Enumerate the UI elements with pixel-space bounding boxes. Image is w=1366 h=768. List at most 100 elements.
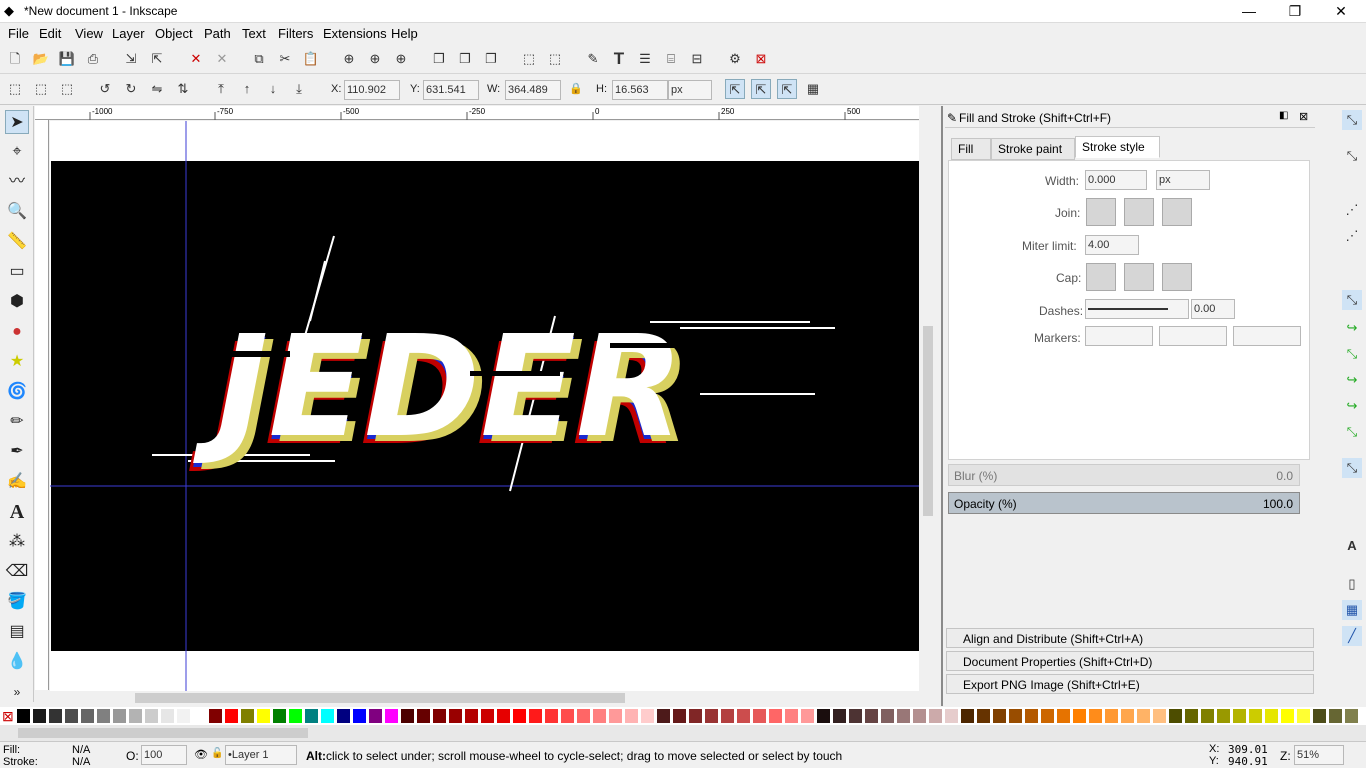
color-swatch[interactable] [1041,709,1054,723]
color-swatch[interactable] [833,709,846,723]
color-swatch[interactable] [897,709,910,723]
lower-to-bottom-icon[interactable]: ⤓ [289,79,309,99]
flip-vertical-icon[interactable]: ⇅ [173,79,193,99]
document-properties-icon[interactable]: ⚙ [725,49,745,69]
color-swatch[interactable] [801,709,814,723]
color-swatch[interactable] [513,709,526,723]
color-swatch[interactable] [369,709,382,723]
paste-icon[interactable]: 📋 [301,49,321,69]
color-swatch[interactable] [1233,709,1246,723]
zoom-field[interactable]: 51% [1294,745,1344,765]
w-field[interactable]: 364.489 [505,80,561,100]
color-swatch[interactable] [273,709,286,723]
color-swatch[interactable] [1169,709,1182,723]
artwork[interactable]: JEDER JEDER JEDER JEDER [50,121,919,691]
opacity-status-field[interactable]: 100 [141,745,187,765]
snap-bbox-edge-icon[interactable]: ⋰ [1342,200,1362,220]
color-swatch[interactable] [641,709,654,723]
bucket-tool-icon[interactable]: 🪣 [5,590,29,614]
color-swatch[interactable] [1217,709,1230,723]
snap-bbox-icon[interactable]: ⤡ [1342,146,1362,166]
color-swatch[interactable] [1265,709,1278,723]
menu-view[interactable]: View [75,26,103,41]
color-swatch[interactable] [945,709,958,723]
unlink-clone-icon[interactable]: ❐ [481,49,501,69]
lock-ratio-icon[interactable]: 🔒 [566,79,586,99]
minimize-button[interactable]: — [1226,0,1272,23]
dropper-tool-icon[interactable]: 💧 [5,650,29,674]
calligraphy-tool-icon[interactable]: ✍ [5,470,29,494]
scale-corners-icon[interactable]: ⇱ [751,79,771,99]
tweak-tool-icon[interactable]: 〰 [5,170,29,194]
align-distribute-panel[interactable]: Align and Distribute (Shift+Ctrl+A) [946,628,1314,648]
color-swatch[interactable] [1009,709,1022,723]
color-swatch[interactable] [145,709,158,723]
color-swatch[interactable] [1329,709,1342,723]
color-swatch[interactable] [65,709,78,723]
color-swatch[interactable] [17,709,30,723]
menu-text[interactable]: Text [242,26,266,41]
color-swatch[interactable] [673,709,686,723]
snap-midpoint-icon[interactable]: ⤡ [1342,422,1362,442]
star-tool-icon[interactable]: ★ [5,350,29,374]
open-icon[interactable]: 📂 [31,49,51,69]
menu-help[interactable]: Help [391,26,418,41]
color-swatch[interactable] [321,709,334,723]
color-swatch[interactable] [497,709,510,723]
rectangle-tool-icon[interactable]: ▭ [5,260,29,284]
pen-tool-icon[interactable]: ✒ [5,440,29,464]
menu-extensions[interactable]: Extensions [323,26,387,41]
dash-offset-field[interactable]: 0.00 [1191,299,1235,319]
horizontal-ruler[interactable]: -1000 -750 -500 -250 0 250 500 [35,106,920,120]
color-swatch[interactable] [401,709,414,723]
text-font-icon[interactable]: T [609,49,629,69]
layer-visibility-icon[interactable]: 👁 [194,748,208,761]
color-swatch[interactable] [865,709,878,723]
color-swatch[interactable] [257,709,270,723]
snap-others-icon[interactable]: ⤡ [1342,458,1362,478]
dialog-iconify-icon[interactable]: ◧ [1279,110,1288,121]
menu-file[interactable]: File [8,26,29,41]
lower-icon[interactable]: ↓ [263,79,283,99]
join-bevel-button[interactable] [1162,198,1192,226]
v-scroll-thumb[interactable] [923,326,933,516]
color-swatch[interactable] [161,709,174,723]
text-tool-icon[interactable]: A [5,500,29,524]
color-swatch[interactable] [1089,709,1102,723]
vertical-ruler[interactable] [35,120,49,690]
3d-box-tool-icon[interactable]: ⬢ [5,290,29,314]
y-field[interactable]: 631.541 [423,80,479,100]
more-tools-icon[interactable]: » [5,680,29,704]
ellipse-tool-icon[interactable]: ● [5,320,29,344]
undo-icon[interactable]: ✕ [186,49,206,69]
maximize-button[interactable]: ❐ [1272,0,1318,23]
layers-icon[interactable]: ☰ [635,49,655,69]
color-swatch[interactable] [993,709,1006,723]
color-swatch[interactable] [1153,709,1166,723]
redo-icon[interactable]: ✕ [212,49,232,69]
color-swatch[interactable] [561,709,574,723]
unit-select[interactable]: px [668,80,712,100]
layer-lock-icon[interactable]: 🔓 [211,748,223,759]
menu-object[interactable]: Object [155,26,193,41]
color-swatch[interactable] [1057,709,1070,723]
rotate-ccw-icon[interactable]: ↺ [95,79,115,99]
dialog-close-icon[interactable]: ⊠ [1299,110,1308,123]
document-properties-panel[interactable]: Document Properties (Shift+Ctrl+D) [946,651,1314,671]
color-palette[interactable]: ⊠ [0,707,1366,725]
color-swatch[interactable] [609,709,622,723]
color-swatch[interactable] [929,709,942,723]
rotate-cw-icon[interactable]: ↻ [121,79,141,99]
color-swatch[interactable] [977,709,990,723]
pencil-tool-icon[interactable]: ✏ [5,410,29,434]
blur-slider[interactable]: Blur (%) 0.0 [948,464,1300,486]
color-swatch[interactable] [129,709,142,723]
export-png-panel[interactable]: Export PNG Image (Shift+Ctrl+E) [946,674,1314,694]
color-swatch[interactable] [337,709,350,723]
move-patterns-icon[interactable]: ▦ [803,79,823,99]
print-icon[interactable]: ⎙ [83,49,103,69]
group-icon[interactable]: ⬚ [519,49,539,69]
color-swatch[interactable] [209,709,222,723]
color-swatch[interactable] [289,709,302,723]
snap-nodes-icon[interactable]: ⤡ [1342,290,1362,310]
